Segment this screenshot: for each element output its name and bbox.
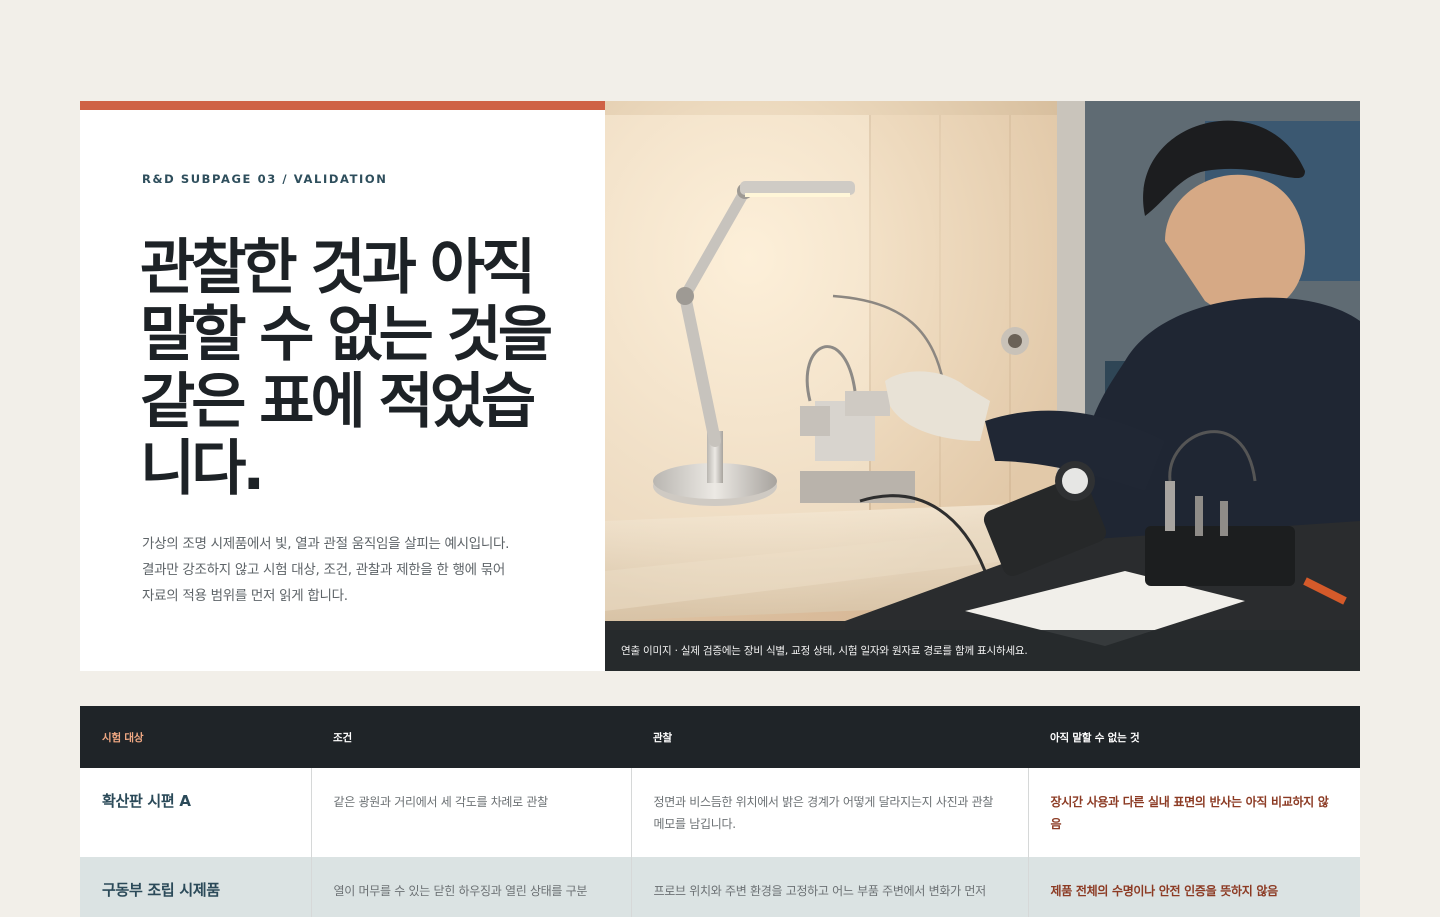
lead-line: 자료의 적용 범위를 먼저 읽게 합니다. — [142, 588, 348, 604]
hero-text-panel: R&D SUBPAGE 03 / VALIDATION 관찰한 것과 아직 말할… — [80, 101, 605, 671]
cell-condition: 같은 광원과 거리에서 세 각도를 차례로 관찰 — [311, 768, 632, 857]
column-header-observation: 관찰 — [631, 706, 1028, 768]
lead-line: 결과만 강조하지 않고 시험 대상, 조건, 관찰과 제한을 한 행에 묶어 — [142, 562, 506, 578]
cell-limitation: 제품 전체의 수명이나 안전 인증을 뜻하지 않음 — [1028, 857, 1360, 917]
hero-section: R&D SUBPAGE 03 / VALIDATION 관찰한 것과 아직 말할… — [80, 101, 1360, 671]
validation-table: 시험 대상 조건 관찰 아직 말할 수 없는 것 확산판 시편 A 같은 광원과… — [80, 706, 1360, 917]
lead-line: 가상의 조명 시제품에서 빛, 열과 관절 움직임을 살피는 예시입니다. — [142, 536, 510, 552]
cell-target: 구동부 조립 시제품 — [80, 857, 312, 917]
column-header-target: 시험 대상 — [80, 706, 311, 768]
hero-photo: 연출 이미지 · 실제 검증에는 장비 식별, 교정 상태, 시험 일자와 원자… — [605, 101, 1360, 671]
column-header-condition: 조건 — [311, 706, 631, 768]
image-caption-bar: 연출 이미지 · 실제 검증에는 장비 식별, 교정 상태, 시험 일자와 원자… — [605, 630, 1360, 671]
cell-target: 확산판 시편 A — [80, 768, 312, 857]
column-header-limitation: 아직 말할 수 없는 것 — [1028, 706, 1360, 768]
lab-photo-illustration — [605, 101, 1360, 671]
table-row: 구동부 조립 시제품 열이 머무를 수 있는 닫힌 하우징과 열린 상태를 구분… — [80, 857, 1360, 917]
cell-condition: 열이 머무를 수 있는 닫힌 하우징과 열린 상태를 구분 — [311, 857, 632, 917]
cell-observation: 정면과 비스듬한 위치에서 밝은 경계가 어떻게 달라지는지 사진과 관찰 메모… — [631, 768, 1029, 857]
cell-limitation: 장시간 사용과 다른 실내 표면의 반사는 아직 비교하지 않음 — [1028, 768, 1360, 857]
lead-paragraph: 가상의 조명 시제품에서 빛, 열과 관절 움직임을 살피는 예시입니다. 결과… — [142, 531, 562, 609]
cell-observation: 프로브 위치와 주변 환경을 고정하고 어느 부품 주변에서 변화가 먼저 — [631, 857, 1029, 917]
eyebrow-label: R&D SUBPAGE 03 / VALIDATION — [142, 172, 388, 186]
table-header-row: 시험 대상 조건 관찰 아직 말할 수 없는 것 — [80, 706, 1360, 768]
page-title: 관찰한 것과 아직 말할 수 없는 것을 같은 표에 적었습니다. — [140, 233, 553, 504]
accent-bar — [80, 101, 605, 110]
table-row: 확산판 시편 A 같은 광원과 거리에서 세 각도를 차례로 관찰 정면과 비스… — [80, 768, 1360, 857]
image-caption: 연출 이미지 · 실제 검증에는 장비 식별, 교정 상태, 시험 일자와 원자… — [621, 645, 1028, 657]
